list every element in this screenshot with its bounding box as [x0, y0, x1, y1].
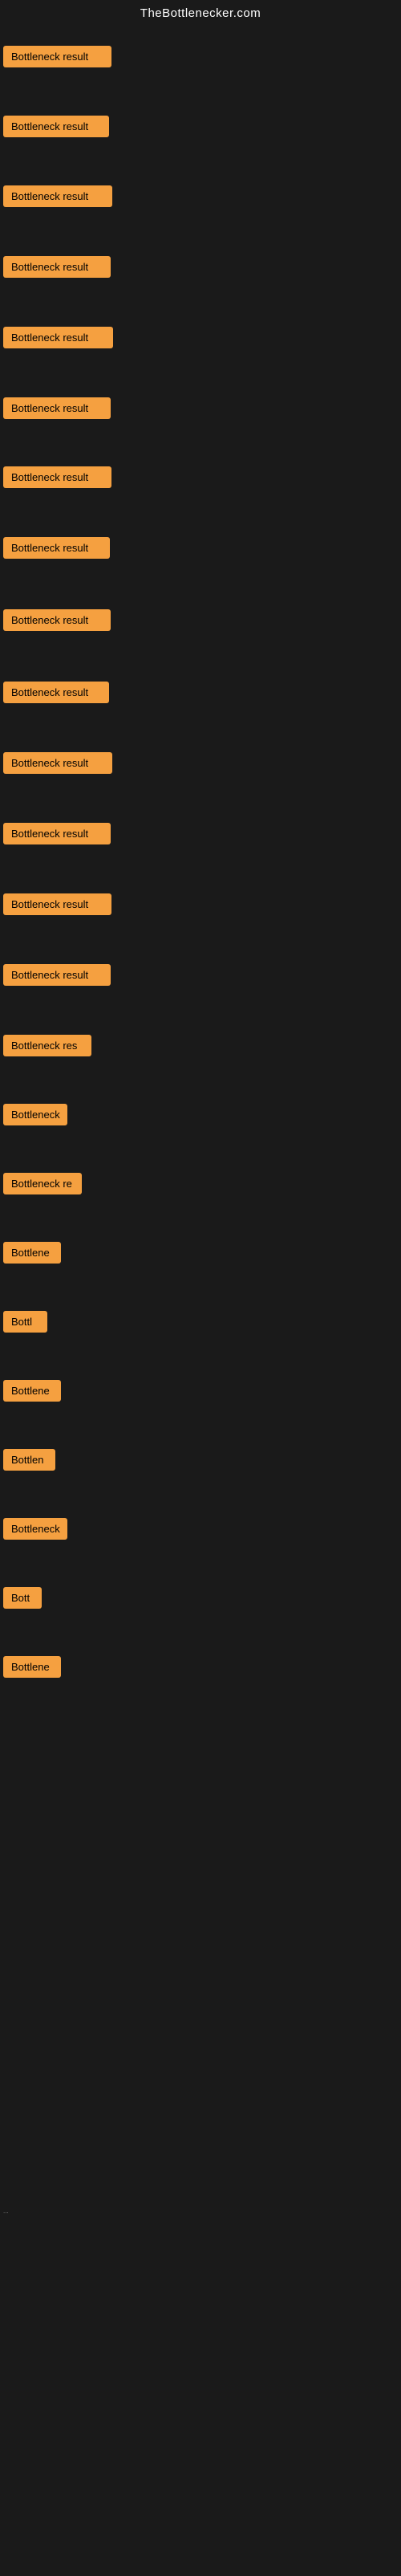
bottleneck-item[interactable]: Bottleneck res — [3, 1035, 91, 1056]
site-header: TheBottlenecker.com — [0, 0, 401, 23]
bottleneck-item[interactable]: Bottleneck result — [3, 964, 111, 986]
bottleneck-item[interactable]: Bottleneck — [3, 1518, 67, 1540]
footnote: ... — [3, 2208, 9, 2215]
bottleneck-item[interactable]: Bottleneck result — [3, 466, 111, 488]
bottleneck-item[interactable]: Bottleneck result — [3, 397, 111, 419]
bottleneck-item[interactable]: Bottleneck result — [3, 327, 113, 348]
bottleneck-item[interactable]: Bottleneck re — [3, 1173, 82, 1194]
bottleneck-item[interactable]: Bottleneck result — [3, 116, 109, 137]
bottleneck-item[interactable]: Bottleneck result — [3, 609, 111, 631]
bottleneck-item[interactable]: Bottlen — [3, 1449, 55, 1471]
bottleneck-item[interactable]: Bottlene — [3, 1380, 61, 1402]
bottleneck-item[interactable]: Bottleneck result — [3, 185, 112, 207]
bottleneck-item[interactable]: Bottleneck result — [3, 893, 111, 915]
bottleneck-item[interactable]: Bottlene — [3, 1656, 61, 1678]
bottleneck-item[interactable]: Bottl — [3, 1311, 47, 1333]
bottleneck-item[interactable]: Bottleneck result — [3, 752, 112, 774]
bottleneck-item[interactable]: Bottleneck result — [3, 46, 111, 67]
bottleneck-item[interactable]: Bottlene — [3, 1242, 61, 1264]
bottleneck-item[interactable]: Bottleneck — [3, 1104, 67, 1125]
bottleneck-item[interactable]: Bott — [3, 1587, 42, 1609]
bottleneck-item[interactable]: Bottleneck result — [3, 682, 109, 703]
bottleneck-item[interactable]: Bottleneck result — [3, 256, 111, 278]
bottleneck-item[interactable]: Bottleneck result — [3, 823, 111, 844]
bottleneck-item[interactable]: Bottleneck result — [3, 537, 110, 559]
